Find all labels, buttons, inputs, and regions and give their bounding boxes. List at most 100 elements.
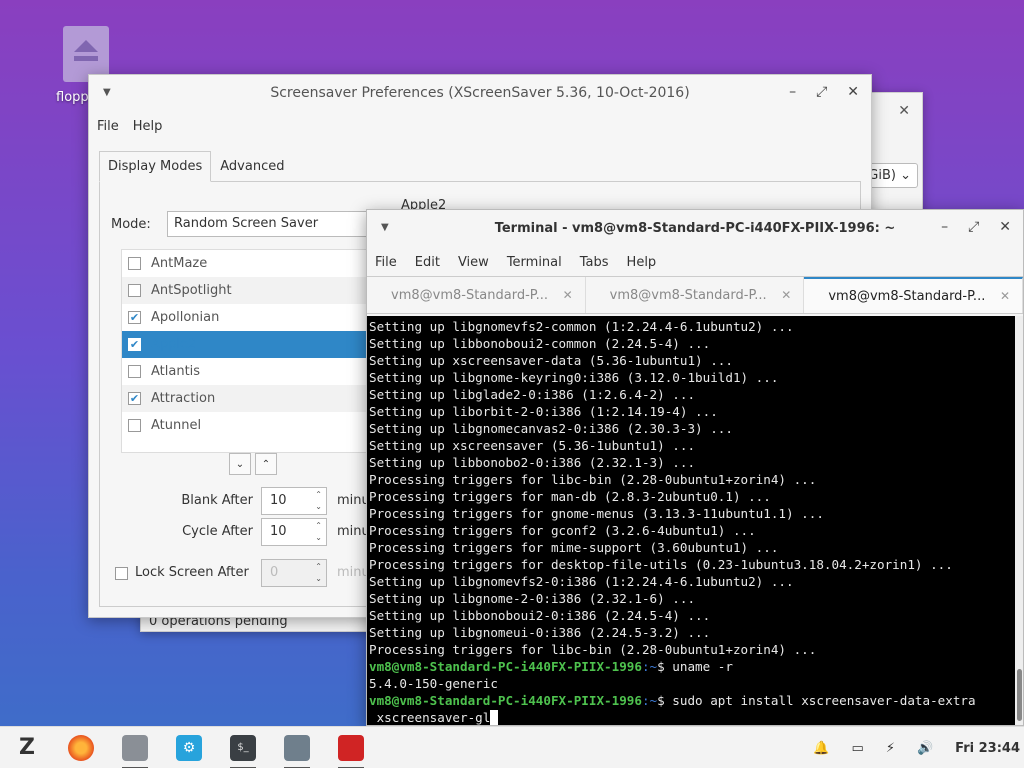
menu-file[interactable]: File: [375, 255, 397, 270]
menu-tabs[interactable]: Tabs: [580, 255, 609, 270]
terminal-line: Setting up xscreensaver-data (5.36-1ubun…: [369, 353, 733, 368]
volume-icon[interactable]: 🔊: [917, 741, 933, 756]
terminal-tab-bar: vm8@vm8-Standard-P... ✕ vm8@vm8-Standard-…: [367, 276, 1024, 314]
terminal-line: Processing triggers for gnome-menus (3.1…: [369, 506, 824, 521]
clock[interactable]: Fri 23:44: [955, 741, 1020, 756]
text-cursor: [490, 710, 499, 725]
spinner-arrows-icon: ⌃ ⌄: [315, 562, 322, 583]
list-item-selected[interactable]: ✔ Apple2: [122, 331, 380, 358]
list-item[interactable]: ✔ Apollonian: [122, 304, 380, 331]
terminal-line: Processing triggers for man-db (2.8.3-2u…: [369, 489, 771, 504]
terminal-output[interactable]: Setting up libgnomevfs2-common (1:2.24.4…: [367, 316, 1015, 725]
terminal-line: Setting up libgnomecanvas2-0:i386 (2.30.…: [369, 421, 733, 436]
zorin-menu-icon[interactable]: Z: [14, 735, 40, 761]
titlebar[interactable]: ▼ Terminal - vm8@vm8-Standard-PC-i440FX-…: [367, 210, 1023, 248]
checkbox[interactable]: [128, 284, 141, 297]
terminal-line: Setting up libbonobo2-0:i386 (2.32.1-3) …: [369, 455, 696, 470]
list-item[interactable]: AntSpotlight: [122, 277, 380, 304]
window-title: Terminal - vm8@vm8-Standard-PC-i440FX-PI…: [494, 221, 896, 236]
prompt-path: :~: [641, 659, 658, 674]
titlebar[interactable]: ▼ Screensaver Preferences (XScreenSaver …: [89, 75, 871, 113]
checkbox[interactable]: ✔: [128, 338, 141, 351]
terminal-line: Setting up libgnomeui-0:i386 (2.24.5-3.2…: [369, 625, 711, 640]
disk-utility-icon[interactable]: [284, 734, 310, 768]
list-item[interactable]: Atlantis: [122, 358, 380, 385]
terminal-tab-label: vm8@vm8-Standard-P...: [828, 288, 986, 304]
mode-label: Mode:: [111, 217, 151, 232]
terminal-window: ▼ Terminal - vm8@vm8-Standard-PC-i440FX-…: [366, 209, 1024, 726]
minimize-icon[interactable]: –: [941, 219, 948, 235]
scrollbar-thumb[interactable]: [1017, 669, 1022, 721]
terminal-tab[interactable]: vm8@vm8-Standard-P... ✕: [367, 277, 586, 313]
blank-after-spinner[interactable]: 10 ⌃ ⌄: [261, 487, 327, 515]
checkbox[interactable]: ✔: [128, 311, 141, 324]
checkbox[interactable]: [128, 365, 141, 378]
command-line: $ uname -r: [657, 659, 733, 674]
minutes-label: minu: [337, 493, 370, 508]
notifications-icon[interactable]: 🔔: [813, 741, 829, 756]
close-tab-icon[interactable]: ✕: [563, 288, 573, 302]
screensaver-app-icon[interactable]: [338, 734, 364, 768]
list-item-label: AntMaze: [151, 256, 208, 271]
list-item[interactable]: ✔ Attraction: [122, 385, 380, 412]
close-tab-icon[interactable]: ✕: [781, 288, 791, 302]
list-item[interactable]: Atunnel: [122, 412, 380, 439]
spinner-arrows-icon[interactable]: ⌃ ⌄: [315, 489, 322, 513]
menu-terminal[interactable]: Terminal: [507, 255, 562, 270]
list-item[interactable]: AntMaze: [122, 250, 380, 277]
list-item-label: Atunnel: [151, 418, 202, 433]
close-icon[interactable]: ✕: [898, 103, 910, 119]
cycle-after-spinner[interactable]: 10 ⌃ ⌄: [261, 518, 327, 546]
mode-select[interactable]: Random Screen Saver: [167, 211, 377, 237]
terminal-line: Setting up libgnomevfs2-0:i386 (1:2.24.4…: [369, 574, 794, 589]
command-line-continued: xscreensaver-gl: [369, 710, 491, 725]
checkbox[interactable]: ✔: [128, 392, 141, 405]
terminal-tab-label: vm8@vm8-Standard-P...: [609, 287, 767, 303]
list-item-label: Apple2: [151, 337, 197, 352]
command-output: 5.4.0-150-generic: [369, 676, 498, 691]
tab-advanced[interactable]: Advanced: [211, 151, 293, 182]
software-store-icon[interactable]: ⚙: [176, 734, 202, 761]
close-tab-icon[interactable]: ✕: [1000, 289, 1010, 303]
terminal-tab[interactable]: vm8@vm8-Standard-P... ✕: [586, 277, 805, 313]
maximize-icon[interactable]: ⤢: [968, 219, 979, 235]
lock-screen-checkbox[interactable]: [115, 567, 128, 580]
minimize-icon[interactable]: –: [789, 84, 796, 100]
maximize-icon[interactable]: ⤢: [816, 84, 827, 100]
list-item-label: Attraction: [151, 391, 216, 406]
list-item-label: Apollonian: [151, 310, 220, 325]
screensaver-list[interactable]: AntMaze AntSpotlight ✔ Apollonian ✔ Apple2…: [121, 249, 381, 453]
menu-edit[interactable]: Edit: [415, 255, 440, 270]
menubar: File Help: [89, 113, 871, 139]
close-icon[interactable]: ✕: [999, 219, 1011, 235]
disk-size-value: GiB): [868, 168, 896, 183]
checkbox[interactable]: [128, 419, 141, 432]
terminal-scrollbar[interactable]: [1015, 316, 1023, 725]
cycle-after-label: Cycle After: [182, 524, 253, 539]
terminal-line: Processing triggers for mime-support (3.…: [369, 540, 779, 555]
terminal-tab-active[interactable]: vm8@vm8-Standard-P... ✕: [804, 277, 1024, 313]
screen-icon[interactable]: ▭: [852, 741, 864, 756]
command-line: $ sudo apt install xscreensaver-data-ext…: [657, 693, 976, 708]
terminal-line: Setting up libglade2-0:i386 (1:2.6.4-2) …: [369, 387, 696, 402]
terminal-line: Setting up xscreensaver (5.36-1ubuntu1) …: [369, 438, 696, 453]
files-icon[interactable]: [122, 734, 148, 768]
checkbox[interactable]: [128, 257, 141, 270]
menu-view[interactable]: View: [458, 255, 489, 270]
terminal-line: Setting up liborbit-2-0:i386 (1:2.14.19-…: [369, 404, 718, 419]
chevron-down-icon[interactable]: ⌄: [229, 453, 251, 475]
menu-file[interactable]: File: [97, 119, 119, 134]
window-title: Screensaver Preferences (XScreenSaver 5.…: [270, 85, 690, 101]
terminal-icon[interactable]: $_: [230, 734, 256, 768]
close-icon[interactable]: ✕: [847, 84, 859, 100]
firefox-icon[interactable]: [68, 734, 94, 761]
menu-help[interactable]: Help: [133, 119, 163, 134]
lock-screen-value: 0: [270, 565, 279, 580]
tab-display-modes[interactable]: Display Modes: [99, 151, 212, 182]
menu-help[interactable]: Help: [627, 255, 657, 270]
terminal-line: Setting up libbonoboui2-0:i386 (2.24.5-4…: [369, 608, 711, 623]
list-item-label: Atlantis: [151, 364, 201, 379]
spinner-arrows-icon[interactable]: ⌃ ⌄: [315, 520, 322, 544]
power-icon[interactable]: ⚡: [886, 741, 895, 756]
chevron-up-icon[interactable]: ⌃: [255, 453, 277, 475]
